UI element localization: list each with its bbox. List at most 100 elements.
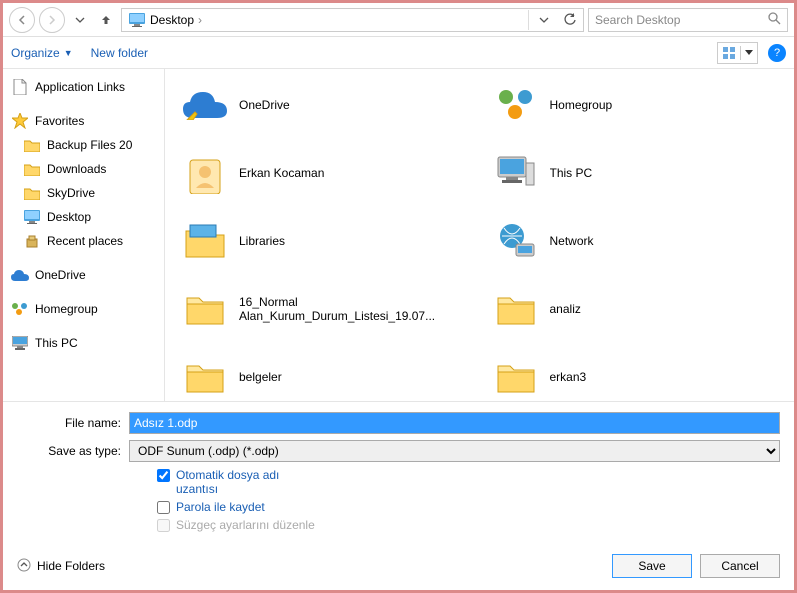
address-bar[interactable]: Desktop ›	[121, 8, 584, 32]
breadcrumb-desktop[interactable]: Desktop	[150, 13, 194, 27]
refresh-button[interactable]	[559, 13, 581, 27]
file-item-label: OneDrive	[239, 98, 290, 112]
chevron-up-icon	[17, 558, 31, 575]
pc-icon	[11, 334, 29, 352]
nav-bar: Desktop ›	[3, 3, 794, 37]
sidebar: Application Links Favorites Backup Files…	[3, 69, 165, 401]
up-button[interactable]	[95, 9, 117, 31]
sidebar-item-label: Homegroup	[35, 302, 98, 316]
file-item-label: Erkan Kocaman	[239, 166, 324, 180]
sidebar-item-label: Favorites	[35, 114, 84, 128]
sidebar-fav-item[interactable]: Recent places	[3, 229, 164, 253]
homegroup-icon	[494, 83, 538, 127]
folder-icon	[23, 136, 41, 154]
file-item[interactable]: Erkan Kocaman	[179, 147, 470, 199]
sidebar-fav-item[interactable]: Desktop	[3, 205, 164, 229]
auto-extension-checkbox[interactable]: Otomatik dosya adı uzantısı	[157, 468, 317, 496]
saveastype-label: Save as type:	[17, 444, 129, 458]
hide-folders-button[interactable]: Hide Folders	[17, 558, 105, 575]
chevron-right-icon[interactable]: ›	[198, 13, 202, 27]
file-item[interactable]: OneDrive	[179, 79, 470, 131]
filename-input[interactable]	[129, 412, 780, 434]
user-icon	[183, 151, 227, 195]
file-item-label: Libraries	[239, 234, 285, 248]
cancel-button[interactable]: Cancel	[700, 554, 780, 578]
filter-checkbox: Süzgeç ayarlarını düzenle	[157, 518, 317, 532]
sidebar-item-label: OneDrive	[35, 268, 86, 282]
view-options-button[interactable]	[717, 42, 758, 64]
sidebar-item-label: Desktop	[47, 210, 91, 224]
recent-icon	[23, 232, 41, 250]
sidebar-item-app-links[interactable]: Application Links	[3, 75, 164, 99]
document-icon	[11, 78, 29, 96]
desktop-icon	[23, 208, 41, 226]
saveastype-select[interactable]: ODF Sunum (.odp) (*.odp)	[129, 440, 780, 462]
chevron-down-icon: ▼	[64, 48, 73, 58]
dialog-footer: Hide Folders Save Cancel	[3, 546, 794, 590]
file-item-label: 16_Normal Alan_Kurum_Durum_Listesi_19.07…	[239, 295, 466, 323]
save-fields: File name: Save as type: ODF Sunum (.odp…	[3, 401, 794, 546]
sidebar-item-label: Application Links	[35, 80, 125, 94]
sidebar-fav-item[interactable]: Downloads	[3, 157, 164, 181]
file-item[interactable]: belgeler	[179, 351, 470, 401]
filter-label: Süzgeç ayarlarını düzenle	[176, 518, 315, 532]
file-item[interactable]: This PC	[490, 147, 781, 199]
search-box[interactable]	[588, 8, 788, 32]
forward-button[interactable]	[39, 7, 65, 33]
libraries-icon	[183, 219, 227, 263]
file-item[interactable]: Libraries	[179, 215, 470, 267]
file-item-label: Network	[550, 234, 594, 248]
sidebar-item-thispc[interactable]: This PC	[3, 331, 164, 355]
filename-label: File name:	[17, 416, 129, 430]
save-button[interactable]: Save	[612, 554, 692, 578]
hide-folders-label: Hide Folders	[37, 559, 105, 573]
toolbar: Organize ▼ New folder ?	[3, 37, 794, 69]
sidebar-item-label: This PC	[35, 336, 78, 350]
folder-icon	[494, 355, 538, 399]
search-icon	[768, 12, 781, 28]
file-item-label: This PC	[550, 166, 593, 180]
sidebar-item-favorites[interactable]: Favorites	[3, 109, 164, 133]
folder-icon	[183, 287, 227, 331]
organize-menu[interactable]: Organize ▼	[11, 46, 73, 60]
file-item[interactable]: Homegroup	[490, 79, 781, 131]
new-folder-button[interactable]: New folder	[91, 46, 148, 60]
file-list: OneDrive Homegroup Erkan Kocaman This PC Lib…	[165, 69, 794, 401]
back-button[interactable]	[9, 7, 35, 33]
star-icon	[11, 112, 29, 130]
onedrive-icon	[11, 266, 29, 284]
folder-icon	[23, 184, 41, 202]
file-item-label: analiz	[550, 302, 581, 316]
recent-dropdown[interactable]	[69, 9, 91, 31]
help-button[interactable]: ?	[768, 44, 786, 62]
sidebar-item-label: Recent places	[47, 234, 123, 248]
sidebar-item-homegroup[interactable]: Homegroup	[3, 297, 164, 321]
folder-icon	[183, 355, 227, 399]
sidebar-item-label: SkyDrive	[47, 186, 95, 200]
file-item[interactable]: 16_Normal Alan_Kurum_Durum_Listesi_19.07…	[179, 283, 470, 335]
search-input[interactable]	[595, 13, 762, 27]
sidebar-item-onedrive[interactable]: OneDrive	[3, 263, 164, 287]
folder-icon	[23, 160, 41, 178]
sidebar-fav-item[interactable]: Backup Files 20	[3, 133, 164, 157]
auto-extension-label: Otomatik dosya adı uzantısı	[176, 468, 317, 496]
sidebar-fav-item[interactable]: SkyDrive	[3, 181, 164, 205]
desktop-icon	[128, 11, 146, 29]
password-checkbox[interactable]: Parola ile kaydet	[157, 500, 317, 514]
dropdown-history[interactable]	[533, 15, 555, 25]
password-label: Parola ile kaydet	[176, 500, 265, 514]
sidebar-item-label: Downloads	[47, 162, 106, 176]
network-icon	[494, 219, 538, 263]
onedrive-icon	[183, 83, 227, 127]
file-item-label: erkan3	[550, 370, 587, 384]
chevron-down-icon	[745, 50, 753, 55]
file-item[interactable]: erkan3	[490, 351, 781, 401]
file-item-label: Homegroup	[550, 98, 613, 112]
file-item[interactable]: Network	[490, 215, 781, 267]
file-item-label: belgeler	[239, 370, 282, 384]
sidebar-item-label: Backup Files 20	[47, 138, 132, 152]
pc-icon	[494, 151, 538, 195]
folder-icon	[494, 287, 538, 331]
file-item[interactable]: analiz	[490, 283, 781, 335]
homegroup-icon	[11, 300, 29, 318]
